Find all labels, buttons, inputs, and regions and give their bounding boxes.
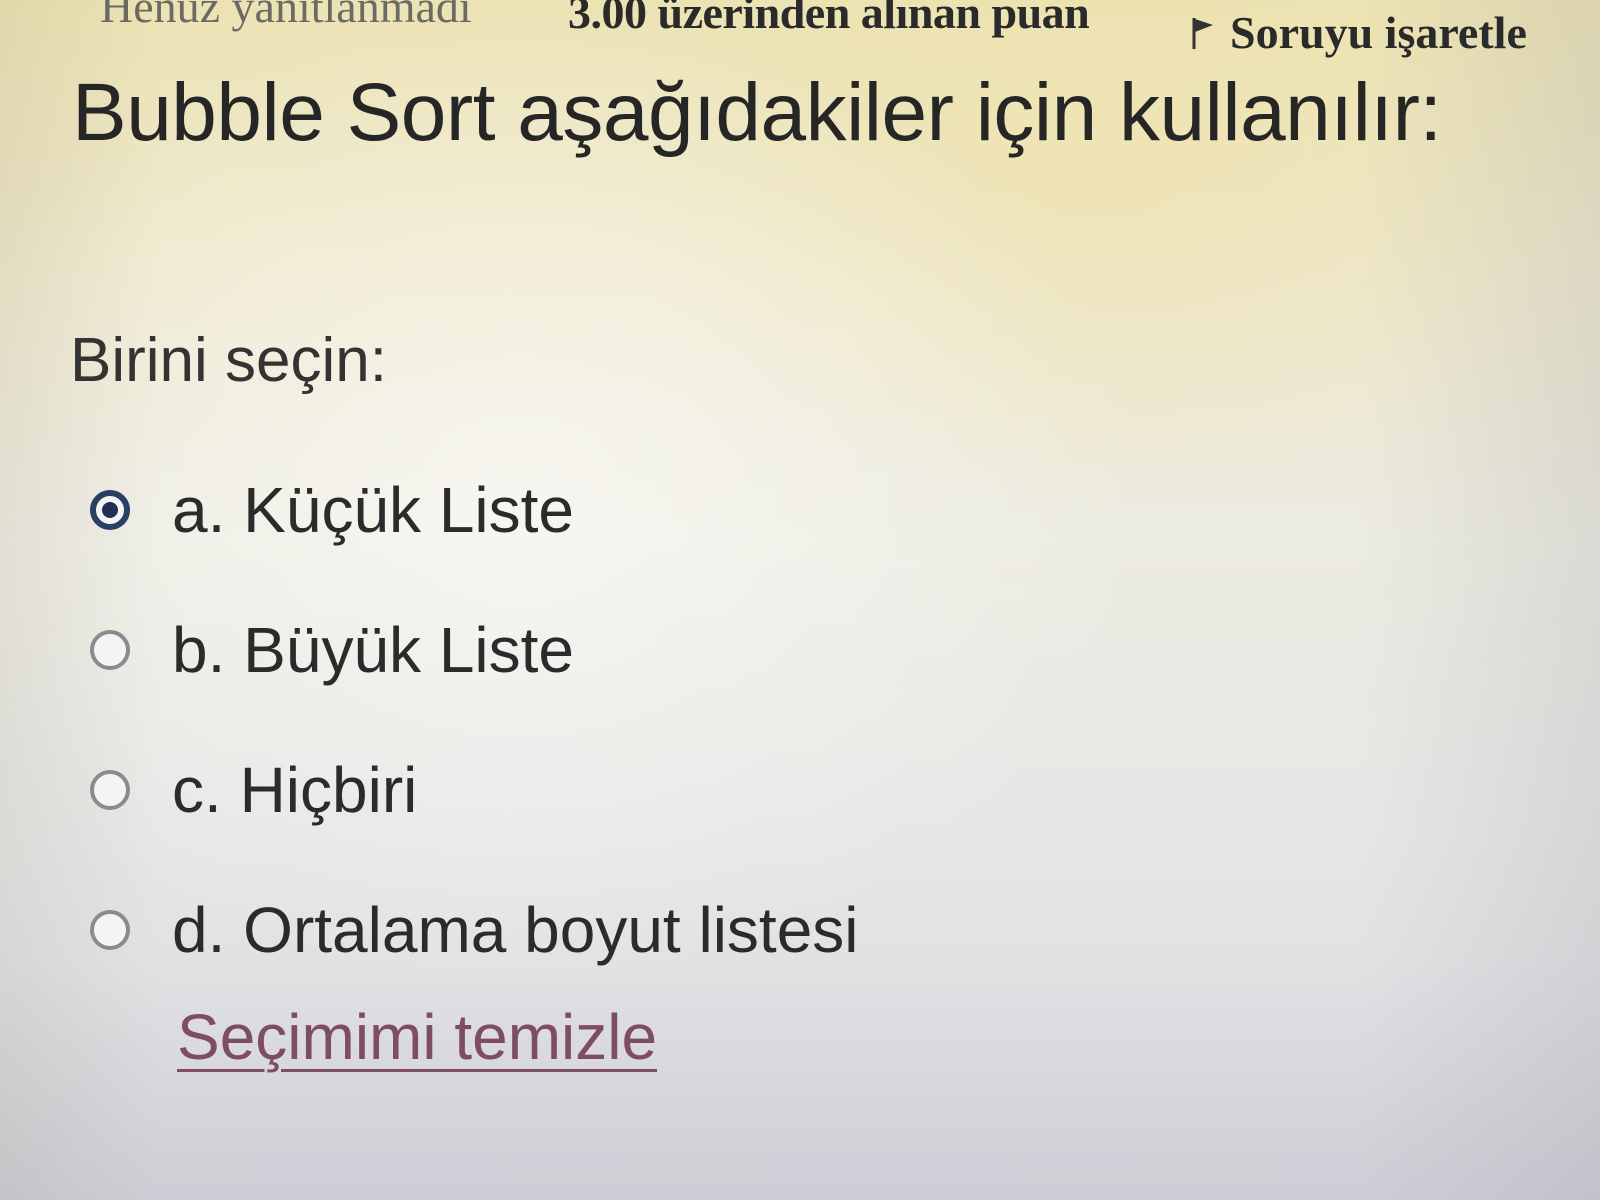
answer-option-a[interactable]: a. Küçük Liste — [90, 440, 859, 580]
radio-checked-icon[interactable] — [90, 490, 130, 530]
answer-prompt: Birini seçin: — [70, 326, 387, 395]
flag-icon — [1190, 16, 1216, 50]
answer-option-b[interactable]: b. Büyük Liste — [90, 580, 859, 720]
flag-question-link[interactable]: Soruyu işaretle — [1190, 6, 1527, 59]
answer-label: c. Hiçbiri — [172, 754, 418, 826]
clear-selection-link[interactable]: Seçimimi temizle — [177, 1000, 657, 1074]
answer-label: d. Ortalama boyut listesi — [172, 894, 859, 966]
question-info-bar: Henüz yanıtlanmadı 3.00 üzerinden alınan… — [100, 0, 1540, 76]
radio-unchecked-icon[interactable] — [90, 630, 130, 670]
flag-question-label: Soruyu işaretle — [1230, 7, 1527, 58]
answer-label: b. Büyük Liste — [172, 614, 574, 686]
question-grade: 3.00 üzerinden alınan puan — [568, 0, 1090, 38]
answer-label: a. Küçük Liste — [172, 474, 574, 546]
answer-options: a. Küçük Liste b. Büyük Liste c. Hiçbiri… — [90, 440, 859, 1000]
answer-option-d[interactable]: d. Ortalama boyut listesi — [90, 860, 859, 1000]
radio-unchecked-icon[interactable] — [90, 910, 130, 950]
answer-option-c[interactable]: c. Hiçbiri — [90, 720, 859, 860]
question-state: Henüz yanıtlanmadı — [100, 0, 472, 32]
question-text: Bubble Sort aşağıdakiler için kullanılır… — [72, 67, 1442, 158]
radio-unchecked-icon[interactable] — [90, 770, 130, 810]
